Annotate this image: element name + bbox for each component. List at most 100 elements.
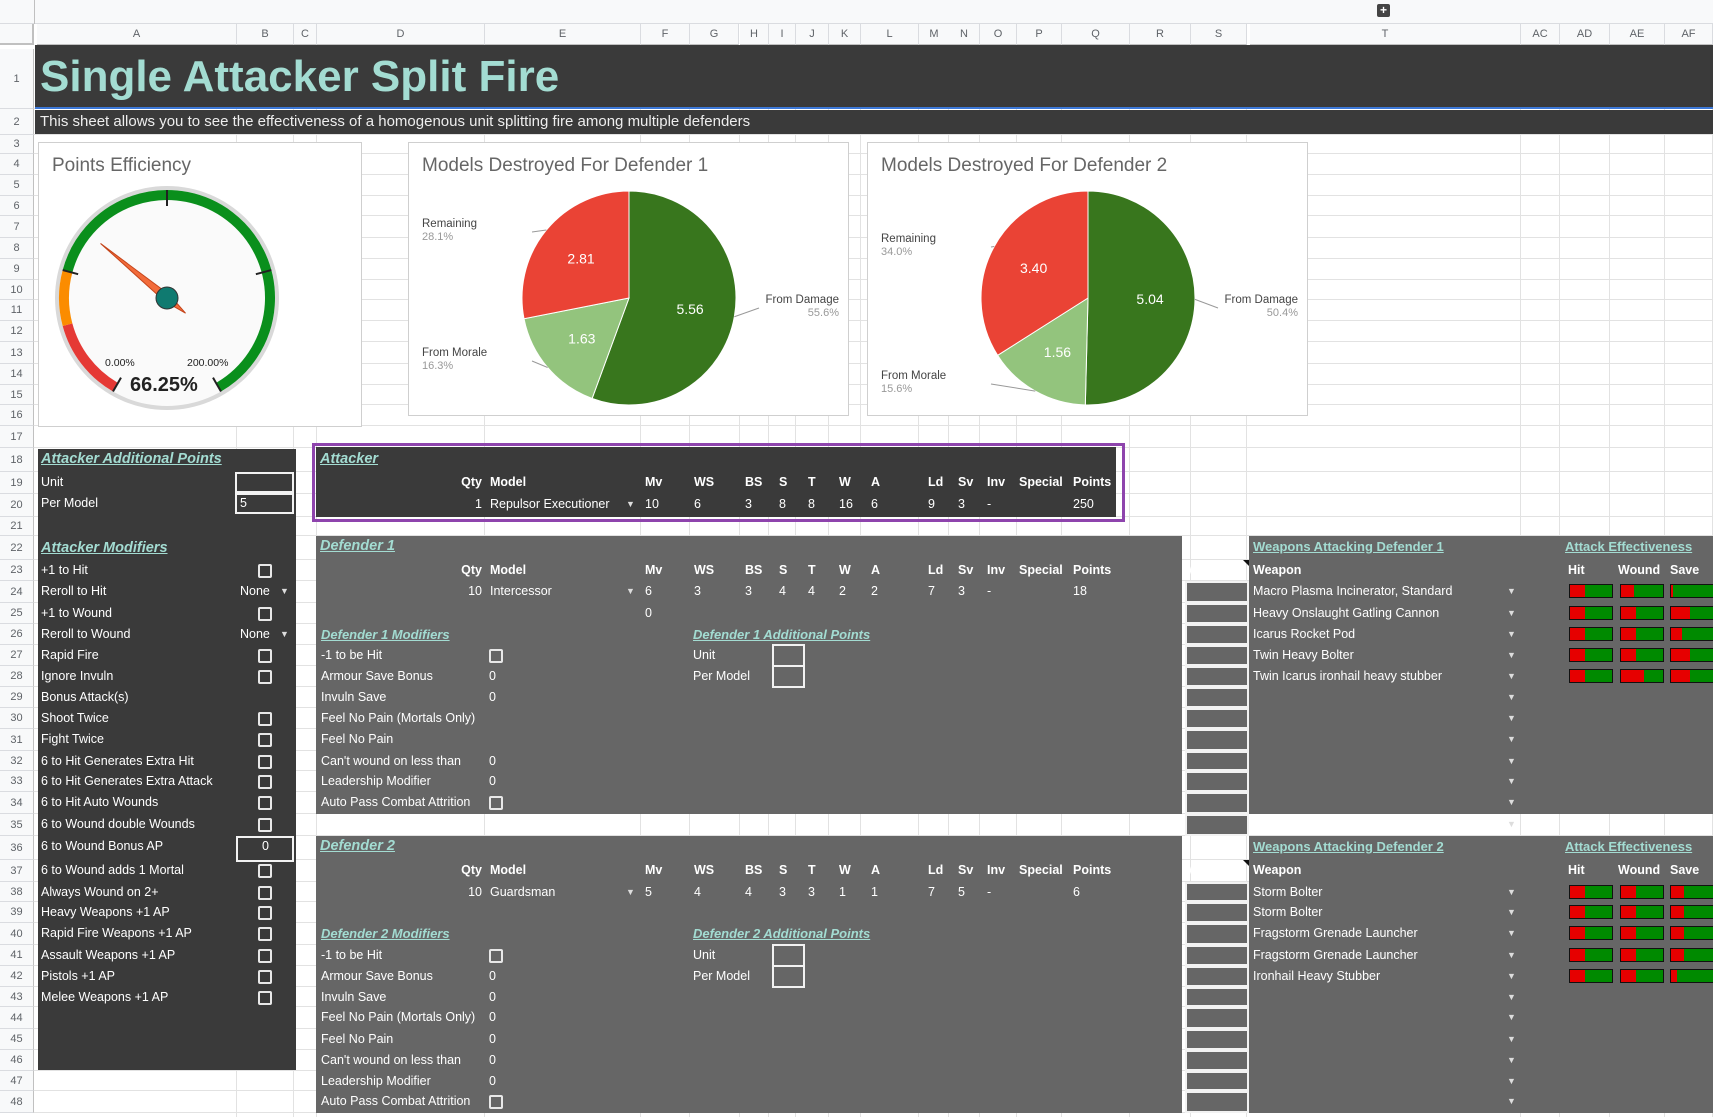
row-header[interactable]: 3 (0, 135, 34, 154)
weapon-dropdown-arrow-icon[interactable]: ▼ (1507, 629, 1516, 639)
defender-modifier-checkbox-1-to-be-hit[interactable] (489, 949, 503, 963)
defender-modifier-checkbox-auto-pass-combat-attrition[interactable] (489, 1095, 503, 1109)
attacks-input[interactable] (1185, 1071, 1249, 1091)
weapon-select[interactable]: Twin Icarus ironhail heavy stubber (1253, 667, 1442, 686)
row-header[interactable]: 1 (0, 49, 34, 109)
row-header[interactable]: 14 (0, 364, 34, 385)
row-header[interactable]: 6 (0, 196, 34, 216)
attacks-input[interactable] (1185, 666, 1249, 687)
stat-value-model[interactable]: Intercessor (490, 582, 552, 601)
column-header[interactable]: S (1191, 24, 1247, 45)
column-header[interactable]: O (980, 24, 1017, 45)
attacks-input[interactable] (1185, 987, 1249, 1007)
modifier-select-reroll-to-wound[interactable]: None (240, 625, 270, 644)
modifier-checkbox-6-to-wound-adds-1-mortal[interactable] (258, 864, 272, 878)
column-header[interactable]: J (796, 24, 829, 45)
attack-effectiveness-header[interactable]: Attack Effectiveness (1565, 837, 1692, 856)
row-header[interactable]: 36 (0, 836, 34, 860)
weapon-dropdown-arrow-icon[interactable]: ▼ (1507, 756, 1516, 766)
defender-modifier-value-armour-save-bonus[interactable]: 0 (489, 667, 496, 686)
defender-2-pie-chart[interactable]: Models Destroyed For Defender 2 5.04 1.56… (867, 142, 1308, 416)
weapon-dropdown-arrow-icon[interactable]: ▼ (1507, 928, 1516, 938)
row-header[interactable]: 43 (0, 987, 34, 1007)
attacks-input[interactable] (1185, 603, 1249, 624)
column-header[interactable]: E (485, 24, 641, 45)
column-header[interactable]: AD (1560, 24, 1610, 45)
stat-value-qty[interactable]: 10 (468, 582, 482, 601)
defender-modifier-value-leadership-modifier[interactable]: 0 (489, 772, 496, 791)
weapon-dropdown-arrow-icon[interactable]: ▼ (1507, 734, 1516, 744)
attacks-input[interactable] (1185, 708, 1249, 729)
row-header[interactable]: 12 (0, 321, 34, 342)
attacks-input[interactable] (1185, 923, 1249, 945)
select-all-corner[interactable] (0, 24, 34, 45)
model-dropdown-arrow-icon[interactable]: ▼ (626, 499, 635, 509)
attacks-input[interactable] (1185, 792, 1249, 814)
row-header[interactable]: 4 (0, 154, 34, 175)
weapon-dropdown-arrow-icon[interactable]: ▼ (1507, 586, 1516, 596)
weapon-dropdown-arrow-icon[interactable]: ▼ (1507, 971, 1516, 981)
modifier-checkbox-assault-weapons-1-ap[interactable] (258, 949, 272, 963)
model-dropdown-arrow-icon[interactable]: ▼ (626, 887, 635, 897)
modifier-checkbox-heavy-weapons-1-ap[interactable] (258, 906, 272, 920)
column-header[interactable]: AE (1610, 24, 1665, 45)
attacks-input[interactable] (1185, 1050, 1249, 1071)
weapon-dropdown-arrow-icon[interactable]: ▼ (1507, 608, 1516, 618)
weapon-dropdown-arrow-icon[interactable]: ▼ (1507, 650, 1516, 660)
column-header[interactable]: B (237, 24, 294, 45)
weapon-dropdown-arrow-icon[interactable]: ▼ (1507, 907, 1516, 917)
row-header[interactable]: 8 (0, 238, 34, 259)
weapon-select[interactable]: Fragstorm Grenade Launcher (1253, 946, 1418, 965)
column-header[interactable]: AF (1665, 24, 1713, 45)
column-header[interactable]: T (1250, 24, 1521, 45)
defender-unit-points-input[interactable] (772, 644, 805, 667)
weapons-attacking-defender-1-header[interactable]: Weapons Attacking Defender 1 (1253, 537, 1444, 556)
modifier-select-reroll-to-hit[interactable]: None (240, 582, 270, 601)
attacks-input[interactable] (1185, 687, 1249, 708)
row-header[interactable]: 42 (0, 966, 34, 987)
row-header[interactable]: 26 (0, 624, 34, 645)
defender-per-model-points-input[interactable] (772, 965, 805, 988)
attacks-input[interactable] (1185, 1007, 1249, 1029)
row-header[interactable]: 29 (0, 687, 34, 708)
modifier-checkbox-melee-weapons-1-ap[interactable] (258, 991, 272, 1005)
modifier-checkbox-fight-twice[interactable] (258, 733, 272, 747)
weapon-dropdown-arrow-icon[interactable]: ▼ (1507, 776, 1516, 786)
weapon-select[interactable]: Twin Heavy Bolter (1253, 646, 1354, 665)
weapon-dropdown-arrow-icon[interactable]: ▼ (1507, 950, 1516, 960)
column-header[interactable]: K (829, 24, 861, 45)
attacker-modifiers-header[interactable]: Attacker Modifiers (41, 539, 168, 558)
row-header[interactable]: 17 (0, 426, 34, 448)
points-efficiency-gauge[interactable]: Points Efficiency 0.00% 200.00% 66.25% (38, 142, 362, 427)
modifier-checkbox-rapid-fire[interactable] (258, 649, 272, 663)
attacks-input[interactable] (1185, 1091, 1249, 1113)
attacks-input[interactable] (1185, 751, 1249, 771)
row-header[interactable]: 2 (0, 109, 34, 135)
defender-1-additional-points-header[interactable]: Defender 1 Additional Points (693, 625, 870, 644)
attacker-points-header[interactable]: Attacker Additional Points (41, 450, 222, 469)
row-header[interactable]: 24 (0, 581, 34, 603)
attacks-input[interactable] (1185, 771, 1249, 792)
modifier-checkbox-pistols-1-ap[interactable] (258, 970, 272, 984)
row-header[interactable]: 9 (0, 259, 34, 280)
defender-modifier-value-can-t-wound-on-less-than[interactable]: 0 (489, 752, 496, 771)
modifier-checkbox-6-to-hit-generates-extra-attack[interactable] (258, 775, 272, 789)
weapon-dropdown-arrow-icon[interactable]: ▼ (1507, 671, 1516, 681)
modifier-checkbox-1-to-hit[interactable] (258, 564, 272, 578)
column-header[interactable]: R (1130, 24, 1191, 45)
row-header[interactable]: 33 (0, 771, 34, 792)
weapon-select[interactable]: Storm Bolter (1253, 883, 1322, 902)
column-header[interactable]: A (37, 24, 237, 45)
column-header[interactable]: P (1017, 24, 1062, 45)
attacks-header-note-marker[interactable] (1243, 560, 1249, 566)
row-header[interactable]: 37 (0, 860, 34, 882)
weapon-dropdown-arrow-icon[interactable]: ▼ (1507, 1034, 1516, 1044)
row-header[interactable]: 7 (0, 216, 34, 238)
attacks-input[interactable] (1185, 645, 1249, 666)
row-header[interactable]: 46 (0, 1050, 34, 1071)
defender-modifier-value-invuln-save[interactable]: 0 (489, 688, 496, 707)
weapon-select[interactable]: Heavy Onslaught Gatling Cannon (1253, 604, 1439, 623)
defender-unit-points-input[interactable] (772, 944, 805, 967)
row-header[interactable]: 19 (0, 472, 34, 494)
row-header[interactable]: 15 (0, 385, 34, 405)
